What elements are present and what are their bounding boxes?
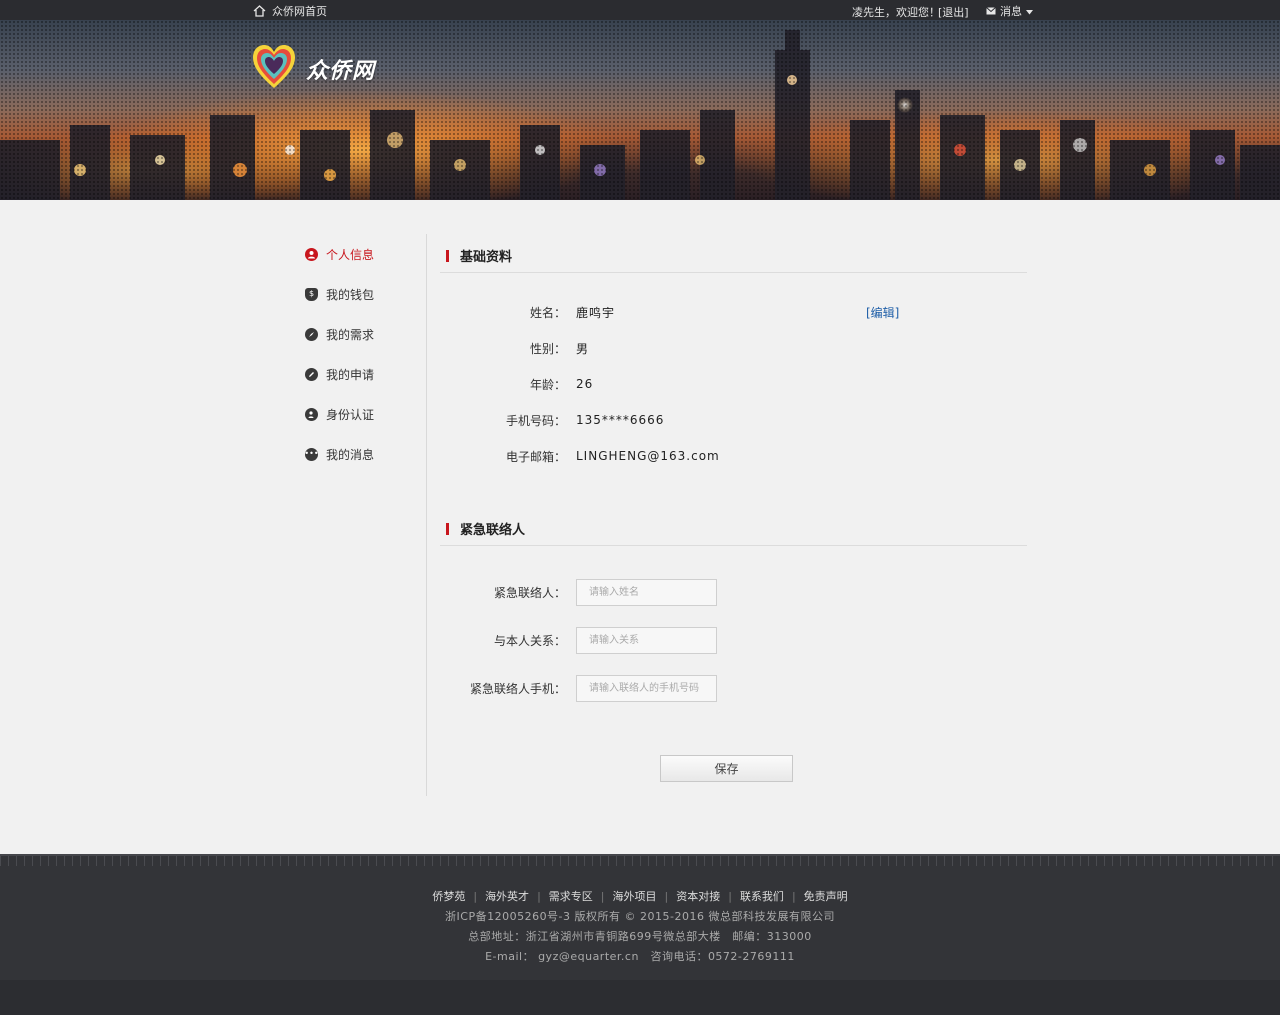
footer-link[interactable]: 海外英才 xyxy=(485,890,529,903)
form-row-contact-phone: 紧急联络人手机： xyxy=(440,674,717,702)
info-value: 26 xyxy=(576,377,594,391)
footer-link[interactable]: 联系我们 xyxy=(740,890,784,903)
info-label: 手机号码： xyxy=(505,413,566,428)
sidebar-item-profile[interactable]: 个人信息 xyxy=(305,234,374,274)
id-badge-icon xyxy=(305,407,318,421)
info-value: 鹿鸣宇 xyxy=(576,305,616,320)
site-footer: 侨梦苑 | 海外英才 | 需求专区 | 海外项目 | 资本对接 | 联系我们 | 免责声明 浙ICP备1… xyxy=(0,854,1280,1015)
info-row-email: 电子邮箱： LINGHENG@163.com xyxy=(440,446,900,466)
sidebar-item-label: 我的消息 xyxy=(326,447,375,462)
separator: | xyxy=(664,890,669,903)
field-label: 紧急联络人： xyxy=(493,585,566,600)
field-label: 与本人关系： xyxy=(493,633,566,648)
form-row-contact-name: 紧急联络人： xyxy=(440,578,717,606)
info-label: 性别： xyxy=(529,341,566,356)
chat-icon: ••• xyxy=(304,447,319,461)
separator: | xyxy=(728,890,732,903)
info-row-age: 年龄： 26 xyxy=(440,374,900,394)
logout-link[interactable]: [退出] xyxy=(938,4,969,20)
info-label: 年龄： xyxy=(529,377,566,392)
sidebar-item-label: 我的申请 xyxy=(326,367,375,382)
compass-icon xyxy=(305,327,318,341)
info-label: 姓名： xyxy=(529,305,566,320)
form-row-relationship: 与本人关系： xyxy=(440,626,717,654)
footer-link[interactable]: 需求专区 xyxy=(549,890,593,903)
sidebar-item-label: 身份认证 xyxy=(326,407,375,422)
brand-name: 众侨网 xyxy=(306,58,376,84)
field-label: 紧急联络人手机： xyxy=(469,681,566,696)
info-row-name: 姓名： 鹿鸣宇 xyxy=(440,302,900,322)
footer-link[interactable]: 侨梦苑 xyxy=(432,890,465,903)
home-link-label: 众侨网首页 xyxy=(272,5,327,18)
messages-label: 消息 xyxy=(1000,5,1022,18)
sidebar-item-label: 我的钱包 xyxy=(326,287,375,302)
user-icon xyxy=(305,247,318,261)
header-banner: 众侨网 xyxy=(0,20,1280,200)
sidebar-divider xyxy=(426,234,427,796)
contact-phone-input[interactable] xyxy=(576,674,717,702)
info-row-phone: 手机号码： 135****6666 xyxy=(440,410,900,430)
separator: | xyxy=(791,890,796,903)
separator: | xyxy=(537,890,541,903)
save-button[interactable]: 保存 xyxy=(660,755,793,782)
separator: | xyxy=(600,890,605,903)
site-logo[interactable]: 众侨网 xyxy=(252,44,375,94)
footer-copyright: 浙ICP备12005260号-3 版权所有 © 2015-2016 微总部科技发… xyxy=(445,910,835,923)
separator: | xyxy=(473,890,478,903)
home-icon xyxy=(253,5,266,17)
sidebar-item-verification[interactable]: 身份认证 xyxy=(305,394,374,434)
messages-dropdown[interactable]: 消息 xyxy=(986,3,1033,19)
relationship-input[interactable] xyxy=(576,626,717,654)
basic-info-heading: 基础资料 xyxy=(446,246,512,265)
info-value: LINGHENG@163.com xyxy=(576,449,720,463)
sidebar-item-wallet[interactable]: $ 我的钱包 xyxy=(305,274,374,314)
footer-contact: E-mail： gyz@equarter.cn 咨询电话：0572-276911… xyxy=(485,950,795,963)
section-divider xyxy=(440,272,1027,273)
section-divider xyxy=(440,545,1027,546)
section-marker xyxy=(446,249,449,262)
footer-ruler-decoration xyxy=(0,854,1280,866)
sidebar-item-label: 个人信息 xyxy=(326,247,375,262)
sidebar-item-label: 我的需求 xyxy=(326,327,375,342)
section-marker xyxy=(446,522,449,535)
footer-address: 总部地址：浙江省湖州市青铜路699号微总部大楼 邮编：313000 xyxy=(468,930,812,943)
sidebar-nav: 个人信息 $ 我的钱包 我的需求 我的申请 身份认证 ••• 我的消息 xyxy=(304,234,375,474)
footer-link[interactable]: 资本对接 xyxy=(676,890,720,903)
info-value: 男 xyxy=(576,341,590,356)
footer-bottom-strip xyxy=(0,980,1280,1015)
caret-down-icon xyxy=(1026,5,1033,18)
envelope-icon xyxy=(986,5,996,18)
sidebar-item-requirements[interactable]: 我的需求 xyxy=(305,314,374,354)
edit-button[interactable]: [编辑] xyxy=(866,304,899,321)
pencil-icon xyxy=(305,367,318,381)
sidebar-item-applications[interactable]: 我的申请 xyxy=(305,354,374,394)
heart-logo-icon xyxy=(252,44,296,94)
contact-name-input[interactable] xyxy=(576,578,717,606)
basic-info-title: 基础资料 xyxy=(460,250,513,265)
footer-link[interactable]: 海外项目 xyxy=(613,890,657,903)
sidebar-item-messages[interactable]: ••• 我的消息 xyxy=(304,434,375,474)
info-value: 135****6666 xyxy=(576,413,665,427)
welcome-text: 凌先生，欢迎您！ xyxy=(852,6,940,19)
footer-link[interactable]: 免责声明 xyxy=(804,890,848,903)
footer-links: 侨梦苑 | 海外英才 | 需求专区 | 海外项目 | 资本对接 | 联系我们 | 免责声明 xyxy=(0,888,1280,904)
money-bag-icon: $ xyxy=(305,287,318,301)
info-label: 电子邮箱： xyxy=(505,449,566,464)
home-link[interactable]: 众侨网首页 xyxy=(253,3,327,19)
emergency-contact-title: 紧急联络人 xyxy=(460,523,526,538)
emergency-contact-heading: 紧急联络人 xyxy=(446,519,525,538)
top-bar: 众侨网首页 凌先生，欢迎您！ [退出] 消息 xyxy=(0,0,1280,20)
info-row-gender: 性别： 男 xyxy=(440,338,900,358)
